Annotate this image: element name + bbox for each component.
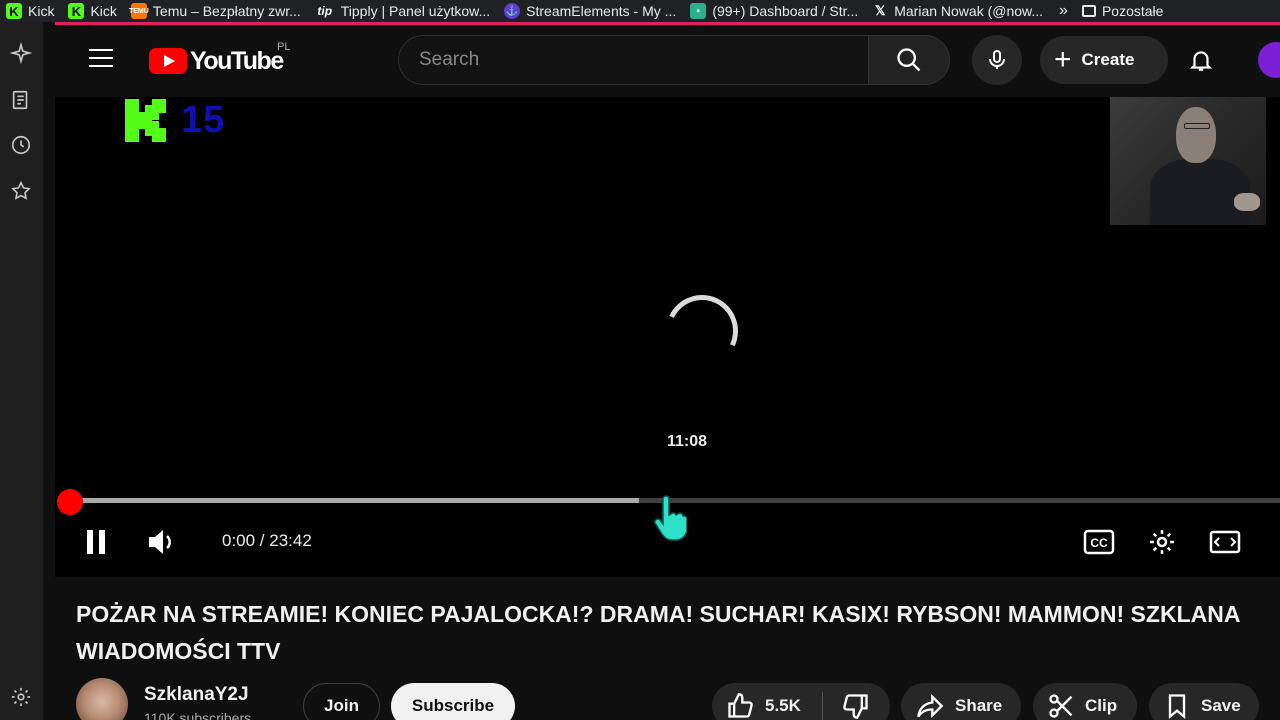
thumbs-up-icon bbox=[728, 693, 753, 718]
search-icon bbox=[897, 48, 921, 72]
browser-side-panel bbox=[0, 22, 43, 720]
kick-icon: K bbox=[6, 3, 22, 19]
bookmark-x-profile[interactable]: 𝕏 Marian Nowak (@now... bbox=[866, 0, 1051, 22]
notifications-bell-icon[interactable] bbox=[1186, 45, 1216, 75]
save-button[interactable]: Save bbox=[1149, 683, 1259, 720]
x-icon: 𝕏 bbox=[874, 3, 886, 18]
kick-overlay-logo bbox=[125, 99, 166, 142]
menu-icon[interactable] bbox=[89, 49, 113, 67]
temu-icon: TEMU bbox=[129, 3, 149, 19]
like-dislike-group: 5.5K bbox=[712, 683, 890, 720]
join-button[interactable]: Join bbox=[303, 683, 380, 720]
youtube-logo[interactable]: YouTube bbox=[149, 47, 284, 75]
bookmark-tipply[interactable]: tip Tipply | Panel użytkow... bbox=[309, 0, 498, 22]
bookmark-kick-2[interactable]: K Kick bbox=[62, 0, 124, 22]
bookmark-folder-other[interactable]: Pozostałe bbox=[1076, 0, 1171, 22]
video-title: POŻAR NA STREAMIE! KONIEC PAJALOCKA!? DR… bbox=[76, 601, 1241, 664]
bookmark-streamelements[interactable]: ⚓ StreamElements - My ... bbox=[498, 0, 684, 22]
hover-timestamp: 11:08 bbox=[666, 433, 708, 450]
microphone-icon bbox=[989, 50, 1005, 69]
like-button[interactable]: 5.5K bbox=[712, 683, 822, 720]
share-button[interactable]: Share bbox=[901, 683, 1021, 720]
dislike-button[interactable] bbox=[823, 683, 889, 720]
progress-hover-fill bbox=[70, 498, 639, 503]
thumbs-down-icon bbox=[843, 694, 868, 719]
folder-icon bbox=[1081, 5, 1096, 17]
time-display: 0:00 / 23:42 bbox=[222, 531, 312, 550]
search-box bbox=[398, 35, 868, 85]
settings-gear-icon bbox=[1150, 530, 1174, 554]
theater-mode-button[interactable] bbox=[1207, 525, 1243, 559]
search-input[interactable] bbox=[419, 36, 859, 84]
pause-button[interactable] bbox=[81, 525, 111, 559]
captions-icon: CC bbox=[1083, 529, 1115, 555]
clip-button[interactable]: Clip bbox=[1033, 683, 1137, 720]
share-icon bbox=[917, 693, 944, 719]
voice-search-button[interactable] bbox=[972, 35, 1022, 85]
channel-avatar[interactable] bbox=[76, 678, 128, 720]
favorites-star-icon[interactable] bbox=[9, 179, 33, 203]
hand-cursor-icon bbox=[654, 495, 687, 541]
subscribe-button[interactable]: Subscribe bbox=[391, 683, 515, 720]
bookmarks-overflow-icon[interactable]: » bbox=[1051, 2, 1076, 20]
settings-gear-icon[interactable] bbox=[9, 685, 33, 709]
pause-icon bbox=[87, 530, 105, 554]
bookmark-dashboard[interactable]: ▪ (99+) Dashboard / Str... bbox=[684, 0, 866, 22]
reading-list-icon[interactable] bbox=[9, 88, 33, 112]
create-button[interactable]: + Create bbox=[1040, 36, 1168, 84]
captions-button[interactable]: CC bbox=[1081, 525, 1117, 559]
account-avatar[interactable] bbox=[1258, 42, 1280, 78]
svg-text:CC: CC bbox=[1090, 536, 1108, 550]
search-button[interactable] bbox=[868, 35, 950, 85]
history-icon[interactable] bbox=[9, 133, 33, 157]
sparkle-icon[interactable] bbox=[9, 41, 33, 65]
bookmark-temu[interactable]: TEMU Temu – Bezpłatny zwr... bbox=[125, 0, 309, 22]
youtube-header: YouTube PL + Create bbox=[55, 25, 1280, 97]
bookmark-kick-1[interactable]: K Kick bbox=[0, 0, 62, 22]
volume-button[interactable] bbox=[145, 525, 179, 559]
theater-mode-icon bbox=[1209, 530, 1241, 554]
settings-button[interactable] bbox=[1145, 525, 1179, 559]
bookmark-icon bbox=[1168, 694, 1186, 719]
loading-spinner bbox=[655, 284, 749, 378]
kick-icon: K bbox=[68, 3, 85, 19]
webcam-overlay bbox=[1110, 97, 1266, 225]
youtube-play-icon bbox=[149, 48, 187, 74]
plus-icon: + bbox=[1054, 43, 1072, 76]
bookmarks-bar: K Kick K Kick TEMU Temu – Bezpłatny zwr... … bbox=[0, 0, 1280, 22]
tipply-icon: tip bbox=[317, 4, 333, 18]
volume-icon bbox=[149, 530, 171, 554]
country-code: PL bbox=[277, 41, 291, 53]
progress-scrubber[interactable] bbox=[57, 489, 83, 515]
streamelements-icon: ⚓ bbox=[504, 3, 521, 19]
video-player[interactable]: 15 11:08 0:00 / 23:42 CC bbox=[55, 97, 1280, 577]
dashboard-icon: ▪ bbox=[690, 3, 707, 19]
subscriber-count: 110K subscribers bbox=[144, 710, 252, 720]
overlay-number: 15 bbox=[181, 99, 226, 141]
channel-name[interactable]: SzklanaY2J bbox=[144, 684, 249, 706]
scissors-icon bbox=[1049, 694, 1073, 718]
